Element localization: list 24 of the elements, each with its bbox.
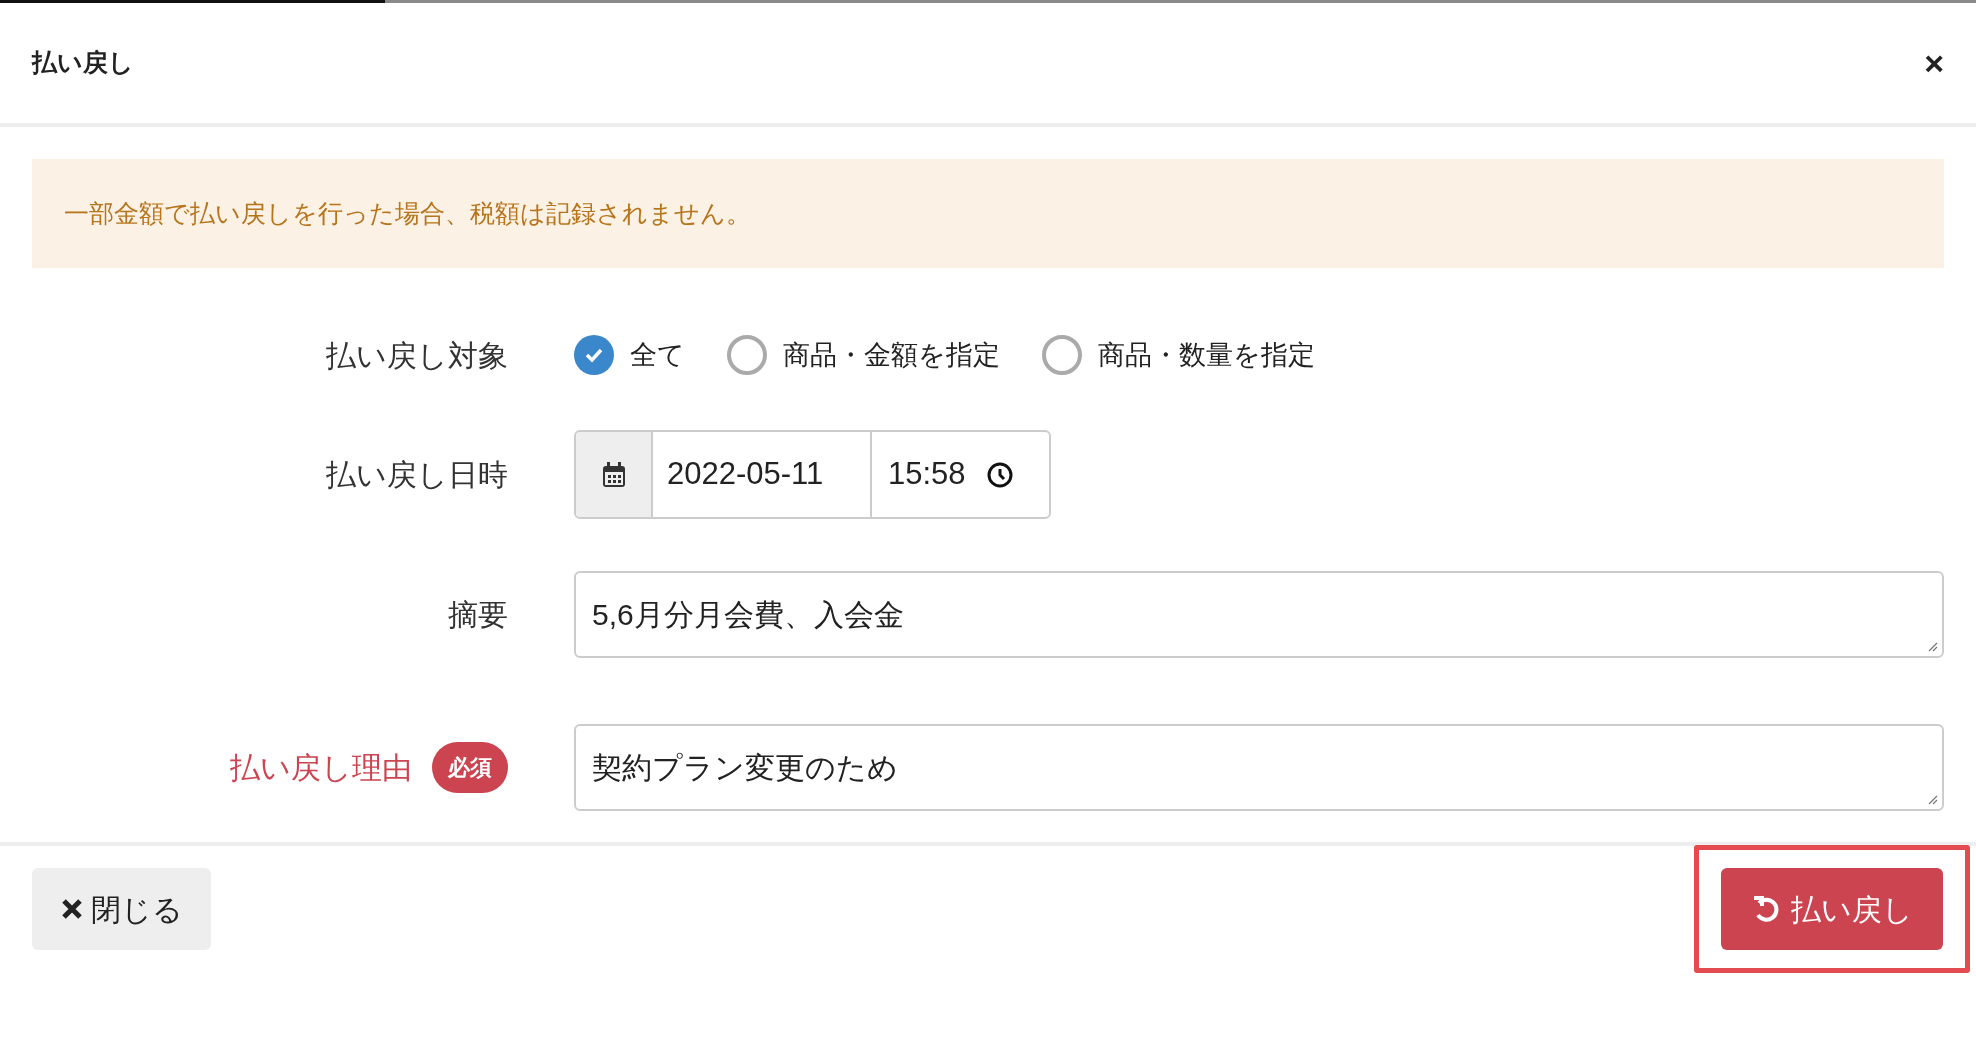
close-icon [60, 898, 83, 920]
datetime-field[interactable]: 2022-05-11 15:58 [574, 430, 1051, 519]
resize-grip-icon[interactable] [1926, 640, 1938, 652]
clock-icon[interactable] [985, 460, 1014, 489]
warning-alert: 一部金額で払い戻しを行った場合、税額は記録されません。 [32, 159, 1944, 268]
refund-button[interactable]: 払い戻し [1721, 868, 1943, 950]
close-button[interactable]: × [1924, 46, 1944, 80]
reason-textarea[interactable]: 契約プラン変更のため [574, 724, 1944, 811]
calendar-icon[interactable] [600, 460, 627, 489]
field-label: 払い戻し対象 [326, 337, 508, 374]
close-button[interactable]: 閉じる [32, 868, 211, 950]
field-label: 摘要 [448, 597, 508, 633]
resize-grip-icon[interactable] [1926, 793, 1938, 805]
undo-icon [1751, 894, 1781, 924]
radio-option[interactable]: 全て [574, 334, 685, 376]
radio-option[interactable]: 商品・金額を指定 [727, 334, 1000, 376]
required-badge: 必須 [432, 742, 508, 793]
field-label: 払い戻し日時 [326, 457, 508, 493]
field-label: 払い戻し理由 [230, 750, 412, 786]
time-value: 15:58 [888, 455, 966, 494]
summary-textarea[interactable]: 5,6月分月会費、入会金 [574, 571, 1944, 658]
date-value: 2022-05-11 [667, 455, 824, 494]
dialog-title: 払い戻し [32, 47, 134, 79]
radio-option[interactable]: 商品・数量を指定 [1042, 334, 1315, 376]
